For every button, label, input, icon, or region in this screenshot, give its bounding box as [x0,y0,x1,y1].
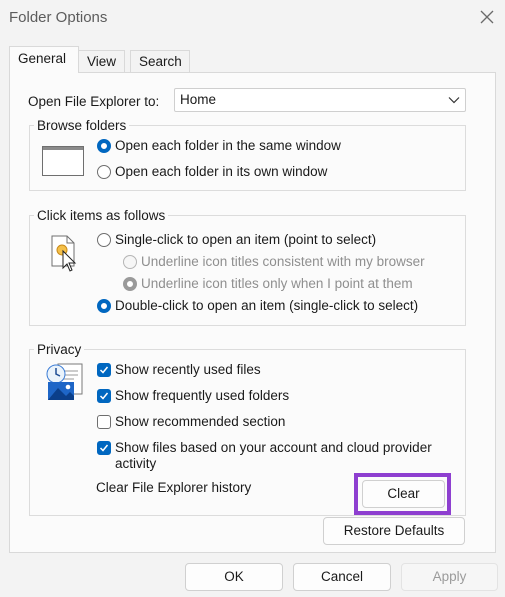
click-items-title: Click items as follows [34,208,169,223]
open-to-label: Open File Explorer to: [28,94,160,109]
radio-single-click[interactable] [97,233,111,247]
privacy-title: Privacy [34,342,85,357]
cloud-files-label-line2: activity [115,456,157,471]
radio-own-window[interactable] [97,165,111,179]
ok-button[interactable]: OK [185,563,283,591]
privacy-icon [46,363,83,400]
cloud-files-label-line1: Show files based on your account and clo… [115,440,432,455]
clear-button-highlight [354,473,451,515]
restore-defaults-button[interactable]: Restore Defaults [323,517,465,545]
checkmark-icon [99,392,109,400]
window-icon [42,146,84,176]
double-click-label: Double-click to open an item (single-cli… [115,298,419,313]
same-window-label: Open each folder in the same window [115,138,341,153]
radio-underline-browser[interactable] [123,255,137,269]
frequent-folders-label: Show frequently used folders [115,388,290,403]
checkmark-icon [99,444,109,452]
tab-search[interactable]: Search [130,50,190,72]
checkmark-icon [99,366,109,374]
open-to-value: Home [180,92,217,107]
checkbox-cloud-files[interactable] [97,441,111,455]
single-click-label: Single-click to open an item (point to s… [115,232,377,247]
pointer-file-icon [51,235,77,272]
underline-browser-label: Underline icon titles consistent with my… [141,254,425,269]
browse-folders-title: Browse folders [34,118,130,133]
clear-history-label: Clear File Explorer history [96,480,252,495]
checkbox-frequent-folders[interactable] [97,389,111,403]
radio-underline-point[interactable] [123,277,137,291]
checkbox-recommended[interactable] [97,415,111,429]
radio-double-click[interactable] [97,299,111,313]
chevron-down-icon [448,97,460,104]
open-to-select[interactable]: Home [174,88,466,112]
browse-folders-group [29,125,466,191]
tab-view[interactable]: View [78,50,125,72]
tab-general[interactable]: General [9,46,79,73]
checkbox-recent-files[interactable] [97,363,111,377]
window-title: Folder Options [9,9,108,26]
close-icon[interactable] [478,8,496,26]
underline-point-label: Underline icon titles only when I point … [141,276,413,291]
recommended-label: Show recommended section [115,414,286,429]
recent-files-label: Show recently used files [115,362,261,377]
own-window-label: Open each folder in its own window [115,164,328,179]
cancel-button[interactable]: Cancel [293,563,391,591]
radio-same-window[interactable] [97,139,111,153]
apply-button[interactable]: Apply [401,563,498,591]
